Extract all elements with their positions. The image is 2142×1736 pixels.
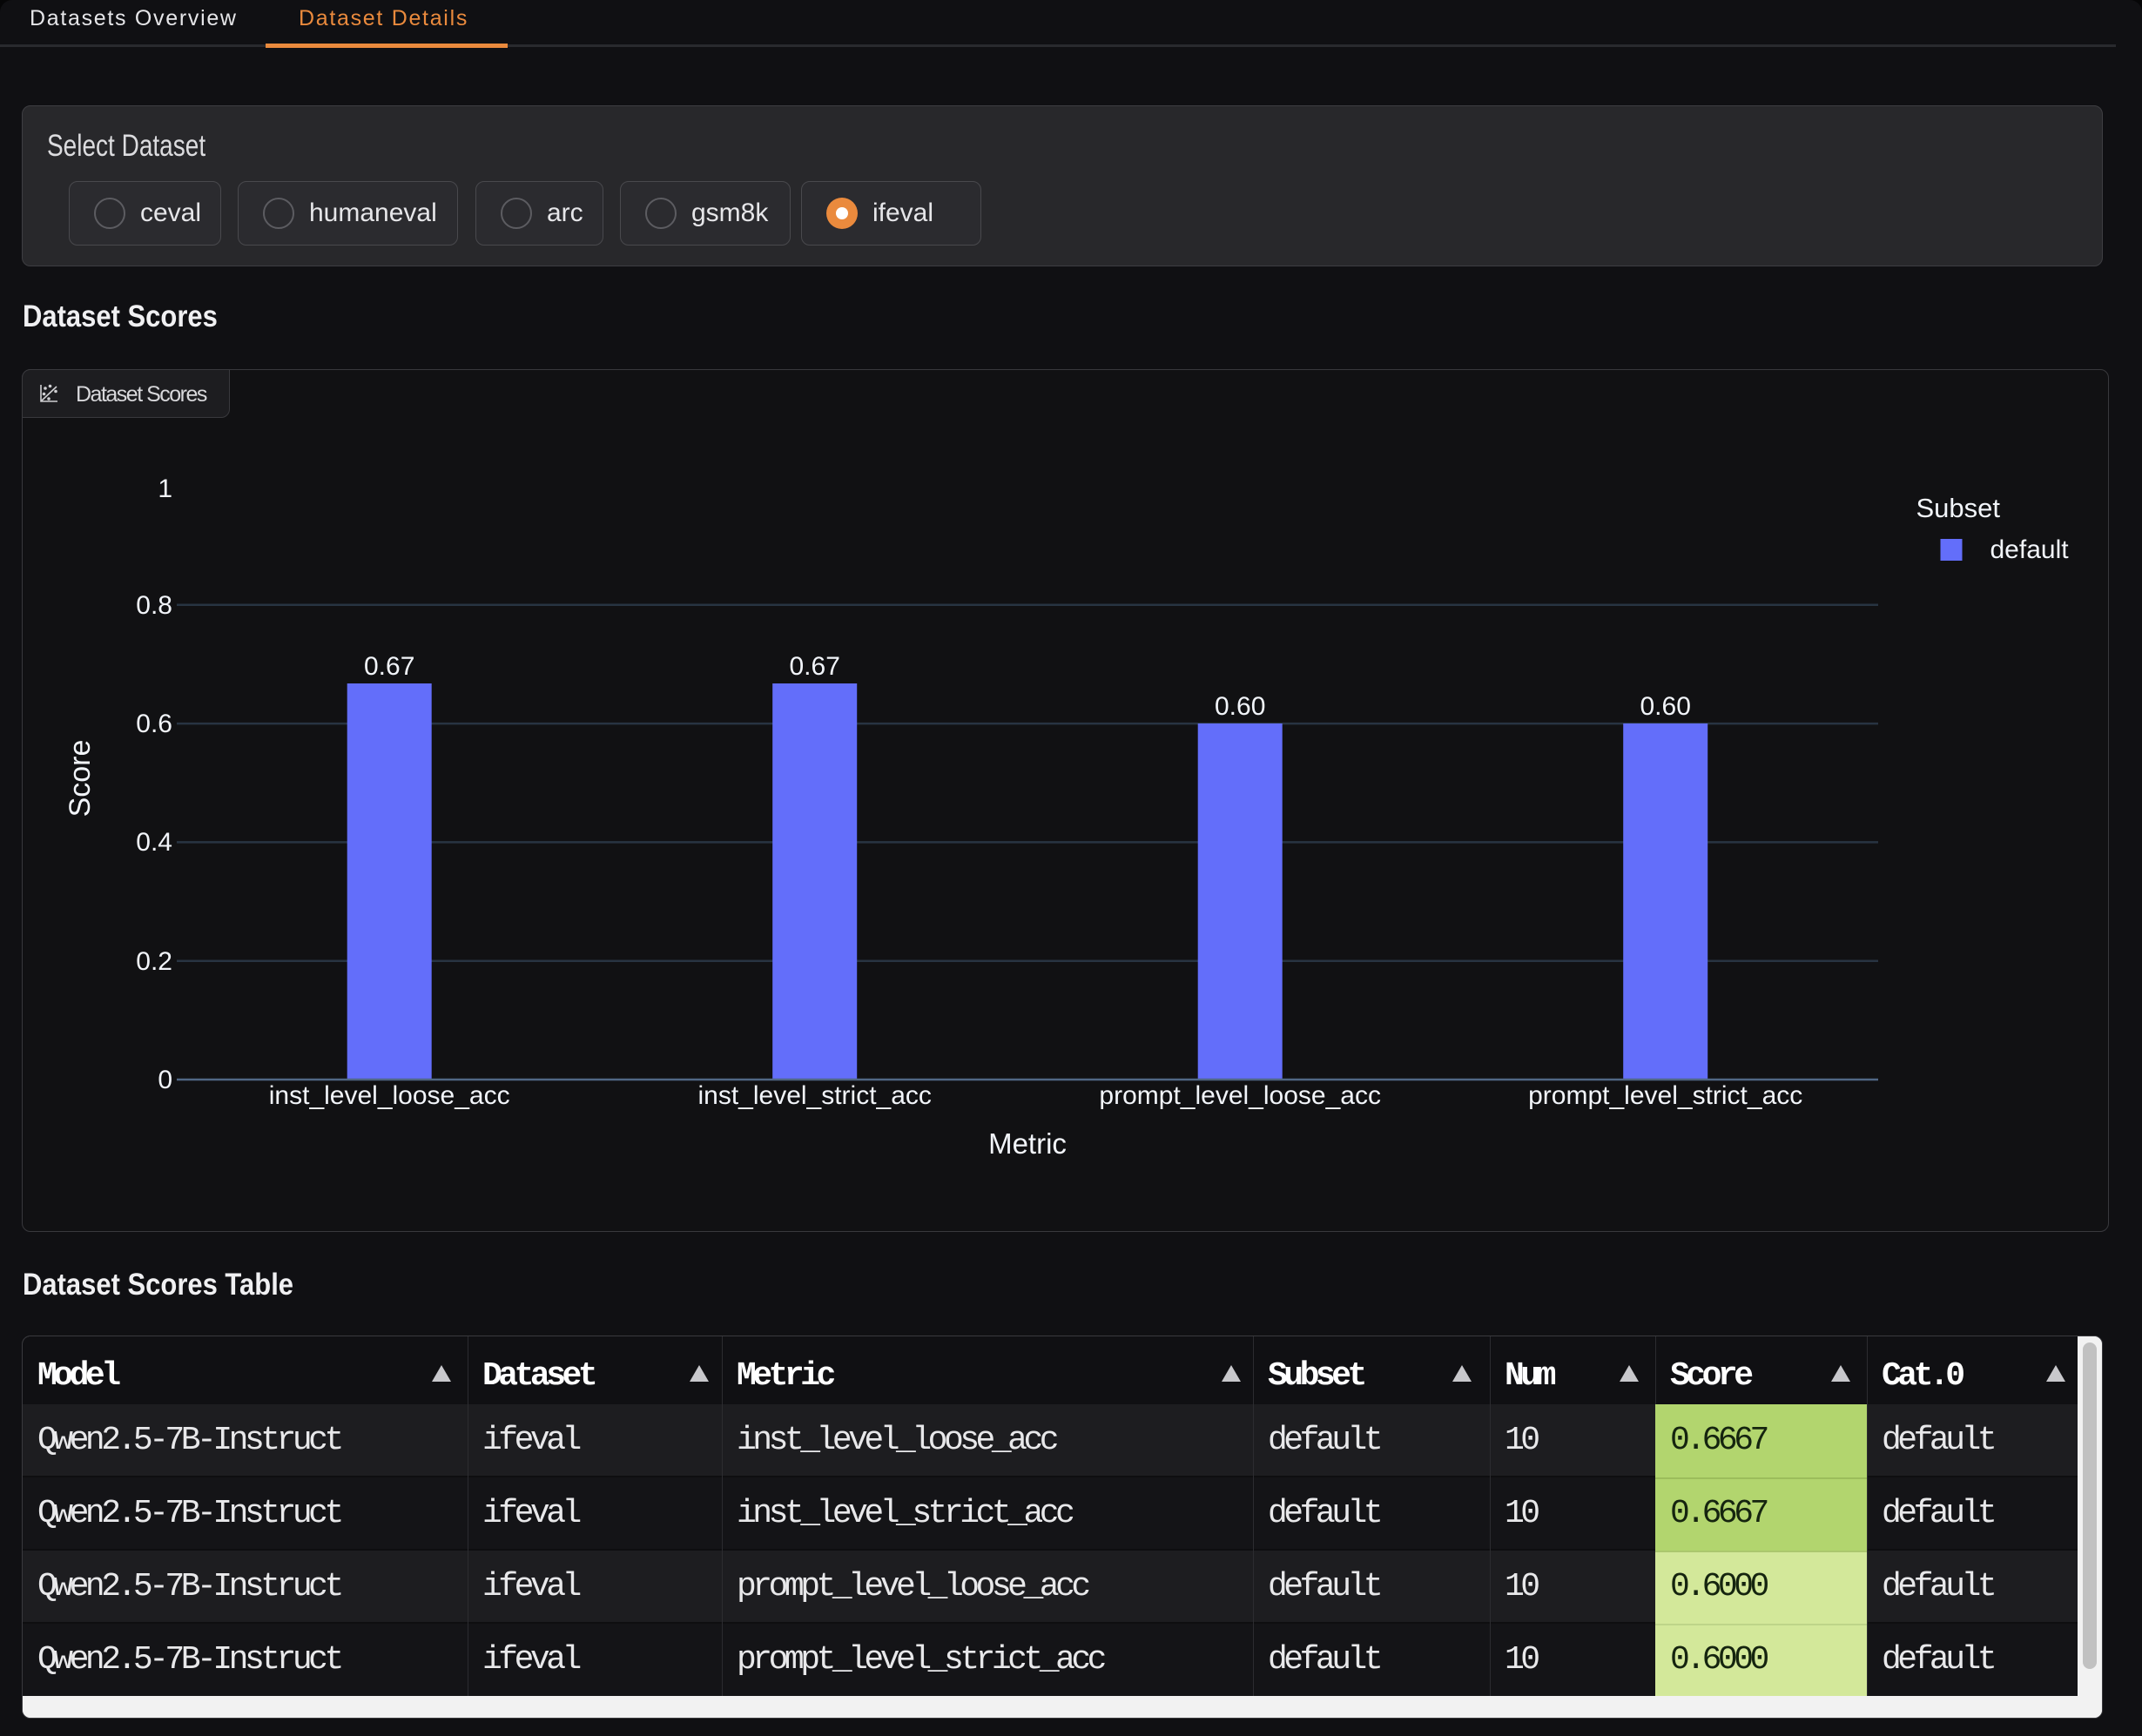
svg-text:Score: Score <box>64 740 97 818</box>
svg-text:0.6: 0.6 <box>136 710 172 738</box>
svg-text:prompt_level_strict_acc: prompt_level_strict_acc <box>1528 1081 1802 1110</box>
svg-text:Metric: Metric <box>988 1127 1067 1160</box>
svg-text:default: default <box>1990 535 2070 564</box>
svg-text:0.4: 0.4 <box>136 828 172 857</box>
svg-text:0.60: 0.60 <box>1640 692 1691 721</box>
svg-text:inst_level_loose_acc: inst_level_loose_acc <box>269 1081 510 1110</box>
svg-text:0.67: 0.67 <box>364 652 414 681</box>
svg-text:prompt_level_loose_acc: prompt_level_loose_acc <box>1099 1081 1381 1110</box>
svg-text:0.67: 0.67 <box>790 652 840 681</box>
svg-text:0.2: 0.2 <box>136 947 172 976</box>
svg-text:Subset: Subset <box>1916 493 2001 523</box>
svg-text:0.60: 0.60 <box>1215 692 1265 721</box>
svg-text:1: 1 <box>158 474 172 503</box>
svg-text:0: 0 <box>158 1066 172 1094</box>
svg-text:0.8: 0.8 <box>136 591 172 620</box>
svg-text:inst_level_strict_acc: inst_level_strict_acc <box>697 1081 931 1110</box>
